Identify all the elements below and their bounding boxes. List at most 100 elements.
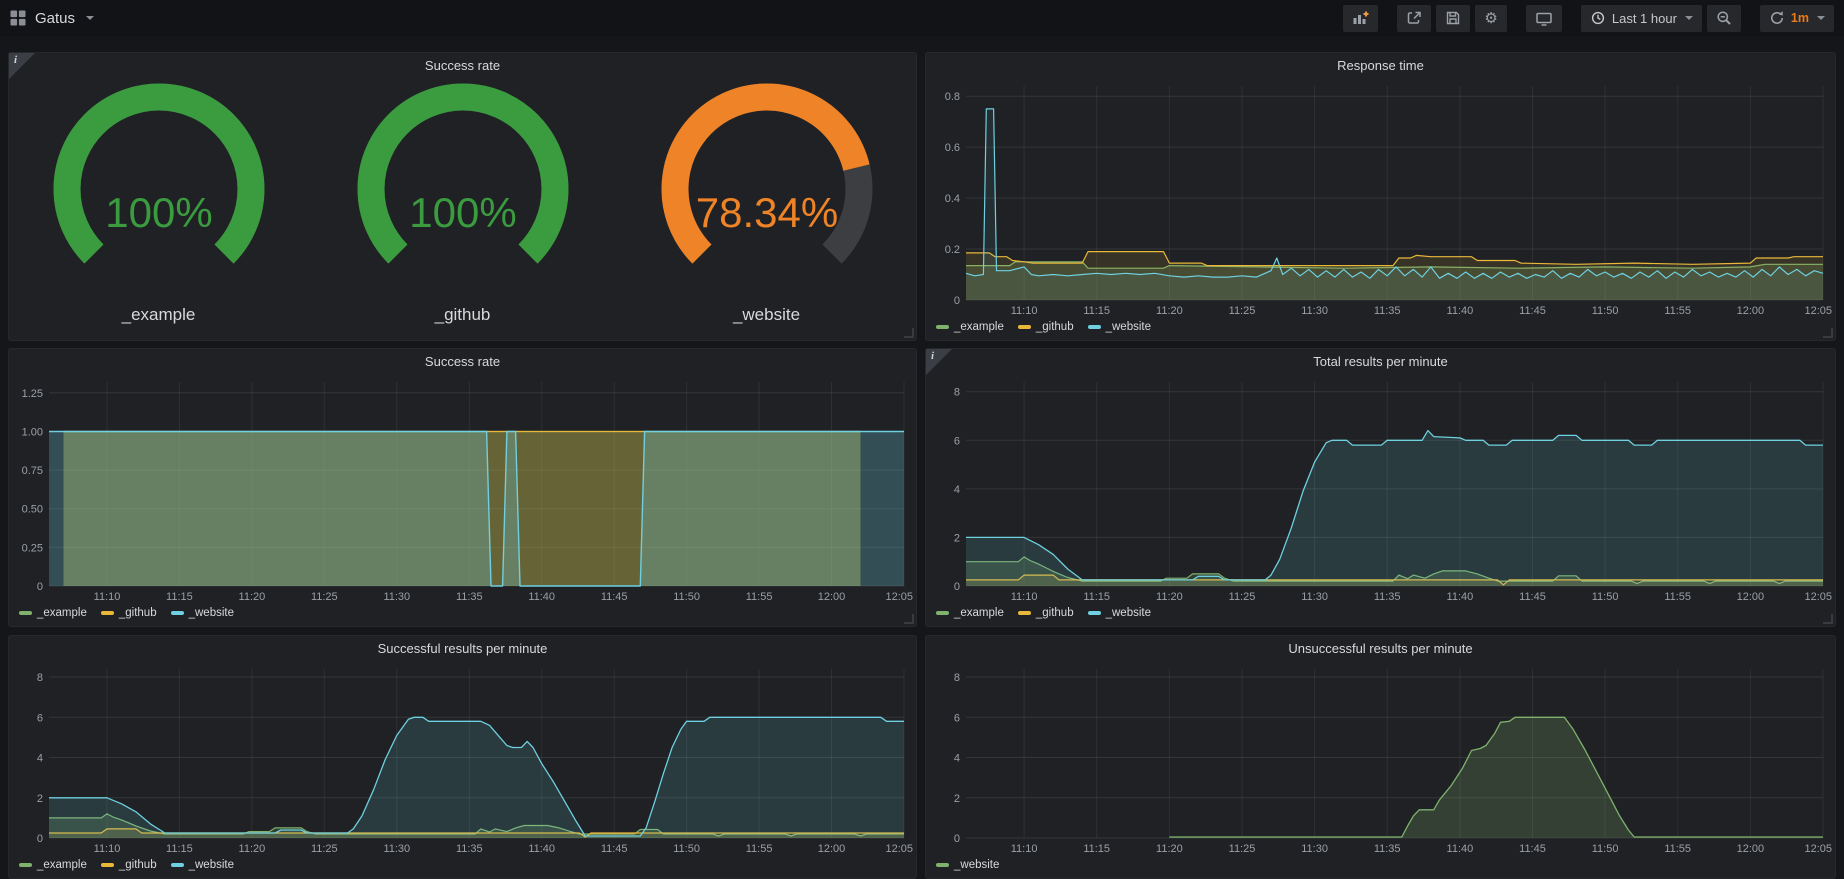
settings-button[interactable]: ⚙ [1475, 5, 1506, 32]
dashboard-grid-icon[interactable] [10, 10, 26, 26]
add-panel-button[interactable] [1343, 5, 1378, 32]
panel-resize-handle[interactable] [1823, 614, 1833, 624]
response-time-chart[interactable]: 00.20.40.60.811:1011:1511:2011:2511:3011… [926, 79, 1835, 320]
dashboard-title[interactable]: Gatus [35, 10, 75, 27]
panel-resize-handle[interactable] [904, 328, 914, 338]
svg-text:11:55: 11:55 [1664, 591, 1691, 603]
svg-text:11:45: 11:45 [601, 843, 628, 855]
svg-text:4: 4 [954, 484, 960, 496]
save-button[interactable] [1436, 5, 1470, 32]
panel-title[interactable]: Total results per minute [926, 349, 1835, 375]
panel-title[interactable]: Successful results per minute [9, 636, 916, 662]
svg-text:8: 8 [954, 387, 960, 399]
legend-swatch [171, 863, 184, 867]
share-button[interactable] [1397, 5, 1431, 32]
svg-text:11:15: 11:15 [1083, 843, 1110, 855]
svg-text:12:00: 12:00 [818, 591, 846, 603]
svg-text:2: 2 [954, 793, 960, 805]
legend-item-_website[interactable]: _website [171, 607, 234, 619]
legend-item-_website[interactable]: _website [171, 859, 234, 871]
panel-title[interactable]: Success rate [9, 53, 916, 79]
success-rate-chart[interactable]: 00.250.500.751.001.2511:1011:1511:2011:2… [9, 375, 916, 606]
chart-canvas: 00.20.40.60.811:1011:1511:2011:2511:3011… [926, 79, 1835, 320]
settings-gear-icon: ⚙ [1484, 11, 1497, 26]
legend-swatch [19, 611, 32, 615]
legend-item-_example[interactable]: _example [19, 859, 87, 871]
panel-resize-handle[interactable] [1823, 328, 1833, 338]
svg-text:11:10: 11:10 [1011, 305, 1038, 317]
legend-item-_github[interactable]: _github [101, 859, 157, 871]
svg-text:12:00: 12:00 [818, 843, 846, 855]
successful-results-chart[interactable]: 0246811:1011:1511:2011:2511:3011:3511:40… [9, 662, 916, 858]
legend-item-_example[interactable]: _example [936, 607, 1004, 619]
legend-swatch [1088, 325, 1101, 329]
svg-text:6: 6 [954, 712, 960, 724]
legend-item-_github[interactable]: _github [101, 607, 157, 619]
legend-label: _website [1106, 607, 1151, 619]
time-range-picker[interactable]: Last 1 hour [1581, 5, 1702, 32]
svg-text:0.50: 0.50 [22, 504, 43, 516]
svg-text:11:55: 11:55 [746, 843, 773, 855]
legend-item-_github[interactable]: _github [1018, 321, 1074, 333]
refresh-picker[interactable]: 1m [1760, 5, 1834, 32]
svg-text:4: 4 [954, 753, 960, 765]
legend-label: _website [954, 859, 999, 871]
panel-info-icon[interactable]: i [9, 53, 35, 79]
svg-text:11:10: 11:10 [94, 843, 121, 855]
time-range-label: Last 1 hour [1612, 11, 1677, 26]
legend-label: _example [37, 607, 87, 619]
legend-item-_website[interactable]: _website [936, 859, 999, 871]
svg-text:11:25: 11:25 [1229, 591, 1256, 603]
svg-text:12:05: 12:05 [1804, 843, 1832, 855]
svg-text:12:05: 12:05 [1804, 305, 1832, 317]
legend-label: _example [37, 859, 87, 871]
svg-text:11:15: 11:15 [166, 843, 193, 855]
svg-text:11:10: 11:10 [94, 591, 121, 603]
svg-text:11:30: 11:30 [1301, 843, 1328, 855]
gauge-_github: 100%_github [328, 79, 598, 325]
unsuccessful-results-chart[interactable]: 0246811:1011:1511:2011:2511:3011:3511:40… [926, 662, 1835, 858]
legend-swatch [1018, 325, 1031, 329]
gauge-label: _example [122, 305, 196, 325]
svg-text:6: 6 [954, 435, 960, 447]
svg-text:0: 0 [954, 295, 960, 307]
gauge-label: _github [435, 305, 491, 325]
svg-text:12:05: 12:05 [885, 843, 913, 855]
panel-success-rate-series: Success rate 00.250.500.751.001.2511:101… [8, 348, 917, 627]
svg-text:11:45: 11:45 [1519, 843, 1546, 855]
svg-text:11:10: 11:10 [1011, 843, 1038, 855]
svg-text:11:40: 11:40 [1447, 305, 1474, 317]
svg-text:0: 0 [954, 833, 960, 845]
legend-item-_website[interactable]: _website [1088, 607, 1151, 619]
chart-legend: _example _github _website [936, 318, 1151, 336]
legend-swatch [171, 611, 184, 615]
svg-text:11:25: 11:25 [311, 843, 338, 855]
svg-text:11:40: 11:40 [1447, 591, 1474, 603]
svg-text:11:40: 11:40 [528, 843, 555, 855]
svg-text:11:35: 11:35 [456, 843, 483, 855]
svg-text:11:20: 11:20 [239, 591, 266, 603]
zoom-out-icon [1716, 10, 1732, 26]
svg-text:11:35: 11:35 [456, 591, 483, 603]
cycle-view-button[interactable] [1526, 5, 1562, 32]
total-results-chart[interactable]: 0246811:1011:1511:2011:2511:3011:3511:40… [926, 375, 1835, 606]
panel-title[interactable]: Response time [926, 53, 1835, 79]
svg-text:2: 2 [954, 532, 960, 544]
svg-text:11:50: 11:50 [1592, 591, 1619, 603]
gauge-value: 100% [105, 189, 212, 236]
panel-info-icon[interactable]: i [926, 349, 952, 375]
legend-item-_example[interactable]: _example [19, 607, 87, 619]
legend-item-_website[interactable]: _website [1088, 321, 1151, 333]
svg-text:11:40: 11:40 [1447, 843, 1474, 855]
panel-title[interactable]: Success rate [9, 349, 916, 375]
legend-item-_example[interactable]: _example [936, 321, 1004, 333]
panel-title[interactable]: Unsuccessful results per minute [926, 636, 1835, 662]
panel-resize-handle[interactable] [904, 614, 914, 624]
legend-label: _website [189, 607, 234, 619]
caret-down-icon [86, 16, 94, 20]
svg-text:1.25: 1.25 [22, 388, 43, 400]
zoom-out-button[interactable] [1707, 5, 1741, 32]
svg-text:0: 0 [37, 581, 43, 593]
legend-item-_github[interactable]: _github [1018, 607, 1074, 619]
legend-swatch [936, 611, 949, 615]
